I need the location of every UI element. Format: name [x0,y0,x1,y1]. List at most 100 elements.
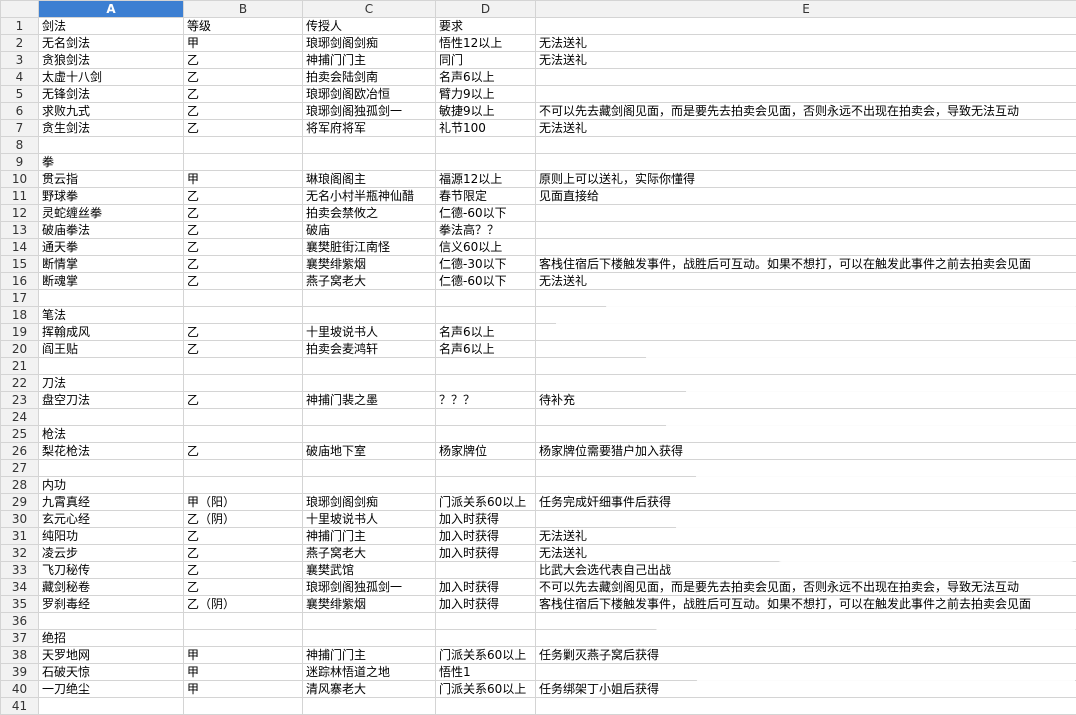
cell-a[interactable] [38,136,184,154]
cell-c[interactable] [302,476,436,494]
cell-d[interactable] [435,697,536,715]
cell-c[interactable]: 神捕门门主 [302,646,436,664]
cell-b[interactable] [183,459,303,477]
cell-d[interactable] [435,289,536,307]
cell-e[interactable] [535,408,1076,426]
cell-a[interactable]: 玄元心经 [38,510,184,528]
cell-b[interactable] [183,476,303,494]
cell-d[interactable]: 悟性1 [435,663,536,681]
cell-a[interactable] [38,612,184,630]
cell-b[interactable]: 乙 [183,68,303,86]
cell-a[interactable]: 梨花枪法 [38,442,184,460]
cell-e[interactable]: 无法送礼 [535,51,1076,69]
cell-a[interactable]: 天罗地网 [38,646,184,664]
cell-b[interactable]: 乙 [183,272,303,290]
cell-c[interactable]: 无名小村半瓶神仙醋 [302,187,436,205]
cell-d[interactable]: 要求 [435,17,536,35]
cell-d[interactable]: 名声6以上 [435,323,536,341]
cell-a[interactable]: 挥翰成风 [38,323,184,341]
cell-e[interactable]: 客栈住宿后下楼触发事件，战胜后可互动。如果不想打，可以在触发此事件之前去拍卖会见… [535,595,1076,613]
cell-d[interactable]: 加入时获得 [435,510,536,528]
cell-c[interactable]: 燕子窝老大 [302,272,436,290]
cell-a[interactable]: 笔法 [38,306,184,324]
cell-d[interactable] [435,629,536,647]
cell-d[interactable]: 拳法高？？ [435,221,536,239]
cell-d[interactable]: 门派关系60以上 [435,493,536,511]
cell-e[interactable] [535,357,1076,375]
cell-b[interactable]: 乙 [183,391,303,409]
cell-b[interactable]: 甲（阳） [183,493,303,511]
cell-c[interactable]: 十里坡说书人 [302,323,436,341]
row-header[interactable]: 27 [0,459,39,477]
cell-b[interactable] [183,136,303,154]
row-header[interactable]: 11 [0,187,39,205]
cell-b[interactable]: 甲 [183,680,303,698]
cell-c[interactable] [302,306,436,324]
cell-b[interactable]: 乙 [183,51,303,69]
cell-d[interactable]: 春节限定 [435,187,536,205]
column-header-d[interactable]: D [435,0,536,18]
cell-e[interactable] [535,238,1076,256]
cell-e[interactable]: 无法送礼 [535,34,1076,52]
cell-b[interactable]: 乙 [183,119,303,137]
row-header[interactable]: 24 [0,408,39,426]
row-header[interactable]: 6 [0,102,39,120]
cell-a[interactable]: 野球拳 [38,187,184,205]
row-header[interactable]: 21 [0,357,39,375]
cell-e[interactable] [535,323,1076,341]
row-header[interactable]: 18 [0,306,39,324]
row-header[interactable]: 8 [0,136,39,154]
cell-c[interactable]: 破庙 [302,221,436,239]
cell-c[interactable]: 迷踪林悟道之地 [302,663,436,681]
cell-e[interactable] [535,510,1076,528]
cell-d[interactable]: 加入时获得 [435,527,536,545]
cell-d[interactable]: 福源12以上 [435,170,536,188]
cell-e[interactable]: 无法送礼 [535,272,1076,290]
cell-e[interactable]: 比武大会选代表自己出战 [535,561,1076,579]
cell-e[interactable] [535,306,1076,324]
cell-a[interactable] [38,289,184,307]
select-all-corner[interactable] [0,0,39,18]
cell-b[interactable]: 乙 [183,561,303,579]
cell-d[interactable]: 门派关系60以上 [435,646,536,664]
column-header-a[interactable]: A [38,0,184,18]
column-header-c[interactable]: C [302,0,436,18]
cell-a[interactable]: 刀法 [38,374,184,392]
row-header[interactable]: 14 [0,238,39,256]
cell-d[interactable]: ？？？ [435,391,536,409]
cell-b[interactable]: 乙 [183,102,303,120]
cell-a[interactable]: 贪狼剑法 [38,51,184,69]
cell-a[interactable]: 阎王贴 [38,340,184,358]
cell-b[interactable] [183,153,303,171]
cell-a[interactable]: 贪生剑法 [38,119,184,137]
cell-a[interactable]: 凌云步 [38,544,184,562]
cell-a[interactable]: 拳 [38,153,184,171]
cell-c[interactable] [302,153,436,171]
cell-d[interactable]: 门派关系60以上 [435,680,536,698]
cell-d[interactable]: 杨家牌位 [435,442,536,460]
cell-c[interactable]: 神捕门门主 [302,527,436,545]
cell-c[interactable]: 神捕门裴之墨 [302,391,436,409]
cell-a[interactable] [38,697,184,715]
cell-d[interactable]: 加入时获得 [435,578,536,596]
cell-b[interactable]: 乙 [183,221,303,239]
cell-d[interactable] [435,408,536,426]
cell-d[interactable]: 仁德-60以下 [435,204,536,222]
cell-c[interactable]: 十里坡说书人 [302,510,436,528]
cell-b[interactable]: 乙（阴） [183,510,303,528]
row-header[interactable]: 32 [0,544,39,562]
cell-d[interactable] [435,153,536,171]
cell-e[interactable] [535,221,1076,239]
cell-e[interactable] [535,85,1076,103]
cell-e[interactable]: 任务完成奸细事件后获得 [535,493,1076,511]
cell-a[interactable]: 断魂掌 [38,272,184,290]
column-header-e[interactable]: E [535,0,1076,18]
cell-b[interactable]: 乙 [183,187,303,205]
cell-a[interactable] [38,408,184,426]
cell-d[interactable] [435,425,536,443]
cell-e[interactable]: 无法送礼 [535,544,1076,562]
cell-a[interactable]: 贯云指 [38,170,184,188]
cell-b[interactable]: 乙 [183,238,303,256]
cell-b[interactable]: 甲 [183,170,303,188]
row-header[interactable]: 19 [0,323,39,341]
